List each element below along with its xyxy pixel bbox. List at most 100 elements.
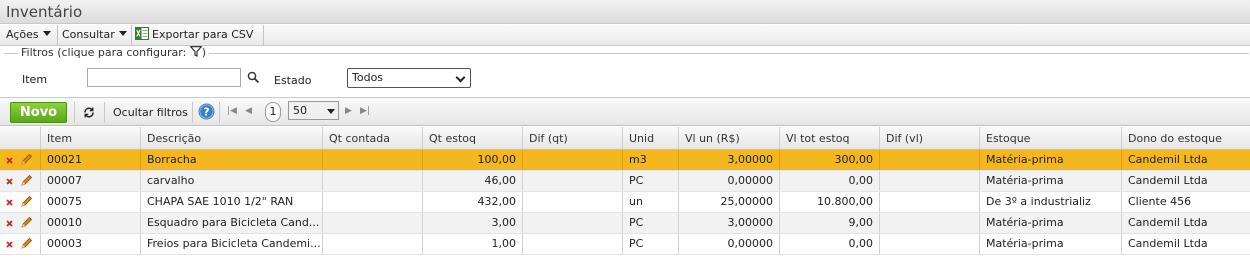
grid-header: Item Descrição Qt contada Qt estoq Dif (… xyxy=(0,127,1250,150)
delete-icon[interactable] xyxy=(6,199,13,206)
toolbar-divider xyxy=(74,102,75,123)
cell-vl-tot: 0,00 xyxy=(780,234,880,254)
cell-unid: un xyxy=(623,192,679,212)
chevron-down-icon xyxy=(327,109,335,114)
header-qt-contada[interactable]: Qt contada xyxy=(323,127,423,149)
table-row[interactable]: 00007 carvalho 46,00 PC 0,00000 0,00 Mat… xyxy=(0,171,1250,192)
chevron-down-icon xyxy=(42,31,51,36)
inventory-grid: Item Descrição Qt contada Qt estoq Dif (… xyxy=(0,127,1250,255)
cell-estoque: Matéria-prima xyxy=(980,234,1122,254)
grid-toolbar: Novo Ocultar filtros ? |◀ ◀ 1 50 ▶ ▶| xyxy=(0,97,1250,126)
cell-descricao: Borracha xyxy=(141,150,323,170)
prev-page-icon[interactable]: ◀ xyxy=(245,106,252,116)
delete-icon[interactable] xyxy=(6,241,13,248)
header-dif-vl[interactable]: Dif (vl) xyxy=(880,127,980,149)
cell-vl-un: 3,00000 xyxy=(679,150,780,170)
help-icon[interactable]: ? xyxy=(198,103,215,120)
cell-qt-contada[interactable] xyxy=(323,150,423,170)
delete-icon[interactable] xyxy=(6,157,13,164)
cell-dono: Candemil Ltda xyxy=(1128,237,1208,250)
estado-select[interactable]: Todos xyxy=(347,68,471,88)
page-number-input[interactable]: 1 xyxy=(265,102,281,122)
cell-vl-un: 0,00000 xyxy=(679,234,780,254)
header-qt-estoq[interactable]: Qt estoq xyxy=(423,127,523,149)
cell-vl-un: 25,00000 xyxy=(679,192,780,212)
refresh-icon[interactable] xyxy=(82,106,96,119)
spreadsheet-icon xyxy=(135,27,149,40)
last-page-icon[interactable]: ▶| xyxy=(360,106,370,116)
row-actions xyxy=(0,150,41,170)
next-page-icon[interactable]: ▶ xyxy=(345,106,352,116)
cell-qt-estoq: 3,00 xyxy=(423,213,523,233)
table-row[interactable]: 00003 Freios para Bicicleta Candemi... 1… xyxy=(0,234,1250,255)
cell-qt-estoq: 46,00 xyxy=(423,171,523,191)
cell-qt-contada[interactable] xyxy=(323,192,423,212)
page-size-select[interactable]: 50 xyxy=(288,101,339,120)
row-actions xyxy=(0,171,41,191)
cell-item: 00021 xyxy=(41,150,141,170)
estado-select-value: Todos xyxy=(352,71,384,84)
cell-dif-qt xyxy=(523,234,623,254)
table-row[interactable]: 00075 CHAPA SAE 1010 1/2" RAN 432,00 un … xyxy=(0,192,1250,213)
chevron-down-icon xyxy=(118,31,127,36)
cell-qt-estoq: 432,00 xyxy=(423,192,523,212)
header-vl-tot[interactable]: Vl tot estoq xyxy=(780,127,880,149)
item-filter-label: Item xyxy=(22,73,48,86)
filter-icon[interactable] xyxy=(189,46,202,57)
filters-legend-end: ) xyxy=(201,46,207,59)
edit-pencil-icon[interactable] xyxy=(20,174,33,187)
header-dif-qt[interactable]: Dif (qt) xyxy=(523,127,623,149)
item-filter-input[interactable] xyxy=(87,68,241,87)
header-item[interactable]: Item xyxy=(41,127,141,149)
menu-bar: Ações Consultar Exportar para CSV xyxy=(0,25,1250,46)
consultar-menu[interactable]: Consultar xyxy=(58,25,132,45)
cell-vl-tot: 300,00 xyxy=(780,150,880,170)
header-estoque[interactable]: Estoque xyxy=(980,127,1122,149)
export-csv-button[interactable]: Exportar para CSV xyxy=(132,25,264,45)
cell-unid: PC xyxy=(623,171,679,191)
cell-dif-qt xyxy=(523,192,623,212)
row-actions xyxy=(0,192,41,212)
toolbar-divider xyxy=(104,102,105,123)
cell-vl-un: 0,00000 xyxy=(679,171,780,191)
edit-pencil-icon[interactable] xyxy=(20,153,33,166)
header-unid[interactable]: Unid xyxy=(623,127,679,149)
edit-pencil-icon[interactable] xyxy=(20,195,33,208)
title-bar: Inventário xyxy=(0,0,1250,24)
acoes-menu[interactable]: Ações xyxy=(2,25,58,45)
delete-icon[interactable] xyxy=(6,220,13,227)
edit-pencil-icon[interactable] xyxy=(20,216,33,229)
header-vl-un[interactable]: Vl un (R$) xyxy=(679,127,780,149)
search-icon[interactable] xyxy=(247,71,260,84)
cell-dif-qt xyxy=(523,171,623,191)
filters-legend[interactable]: Filtros (clique para configurar: ) xyxy=(18,46,210,59)
cell-qt-contada[interactable] xyxy=(323,171,423,191)
novo-button[interactable]: Novo xyxy=(10,102,67,123)
cell-estoque: De 3º a industrializ xyxy=(980,192,1122,212)
cell-qt-contada[interactable] xyxy=(323,234,423,254)
edit-pencil-icon[interactable] xyxy=(20,237,33,250)
cell-dono: Candemil Ltda xyxy=(1128,174,1208,187)
cell-vl-un: 3,00000 xyxy=(679,213,780,233)
delete-icon[interactable] xyxy=(6,178,13,185)
toolbar-divider xyxy=(192,102,193,123)
header-dono[interactable]: Dono do estoque xyxy=(1122,127,1250,149)
cell-descricao: Freios para Bicicleta Candemi... xyxy=(141,234,323,254)
cell-item: 00007 xyxy=(41,171,141,191)
toolbar-divider xyxy=(219,102,220,123)
cell-unid: m3 xyxy=(623,150,679,170)
cell-dono: Cliente 456 xyxy=(1128,195,1192,208)
cell-item: 00075 xyxy=(41,192,141,212)
cell-dif-vl xyxy=(880,192,980,212)
table-row[interactable]: 00021 Borracha 100,00 m3 3,00000 300,00 … xyxy=(0,150,1250,171)
cell-dif-vl xyxy=(880,171,980,191)
cell-item: 00010 xyxy=(41,213,141,233)
table-row[interactable]: 00010 Esquadro para Bicicleta Cand... 3,… xyxy=(0,213,1250,234)
first-page-icon[interactable]: |◀ xyxy=(227,106,237,116)
cell-vl-tot: 10.800,00 xyxy=(780,192,880,212)
cell-estoque: Matéria-prima xyxy=(980,171,1122,191)
header-descricao[interactable]: Descrição xyxy=(141,127,323,149)
ocultar-filtros-button[interactable]: Ocultar filtros xyxy=(113,106,188,119)
cell-qt-contada[interactable] xyxy=(323,213,423,233)
cell-estoque: Matéria-prima xyxy=(980,213,1122,233)
